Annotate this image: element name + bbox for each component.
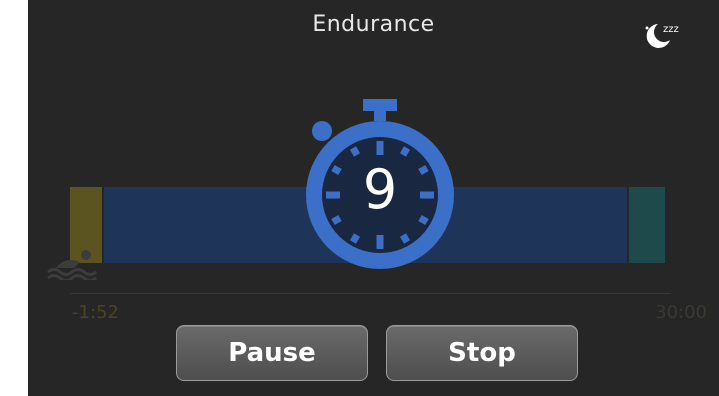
- stop-button[interactable]: Stop: [386, 325, 578, 381]
- timeline-start-label: -1:52: [72, 302, 119, 323]
- page-title: Endurance: [312, 12, 435, 37]
- timeline-axis: [70, 293, 671, 294]
- workout-screen: Endurance zzz -1:52 30:00 9 Pause Stop: [28, 0, 719, 396]
- svg-text:zzz: zzz: [663, 24, 679, 35]
- countdown-value: 9: [362, 158, 398, 221]
- timeline-end-label: 30:00: [655, 302, 707, 323]
- cooldown-segment: [629, 187, 665, 263]
- swimmer-icon: [47, 250, 97, 280]
- pause-button[interactable]: Pause: [176, 325, 368, 381]
- sleep-moon-zzz-icon[interactable]: zzz: [641, 18, 681, 52]
